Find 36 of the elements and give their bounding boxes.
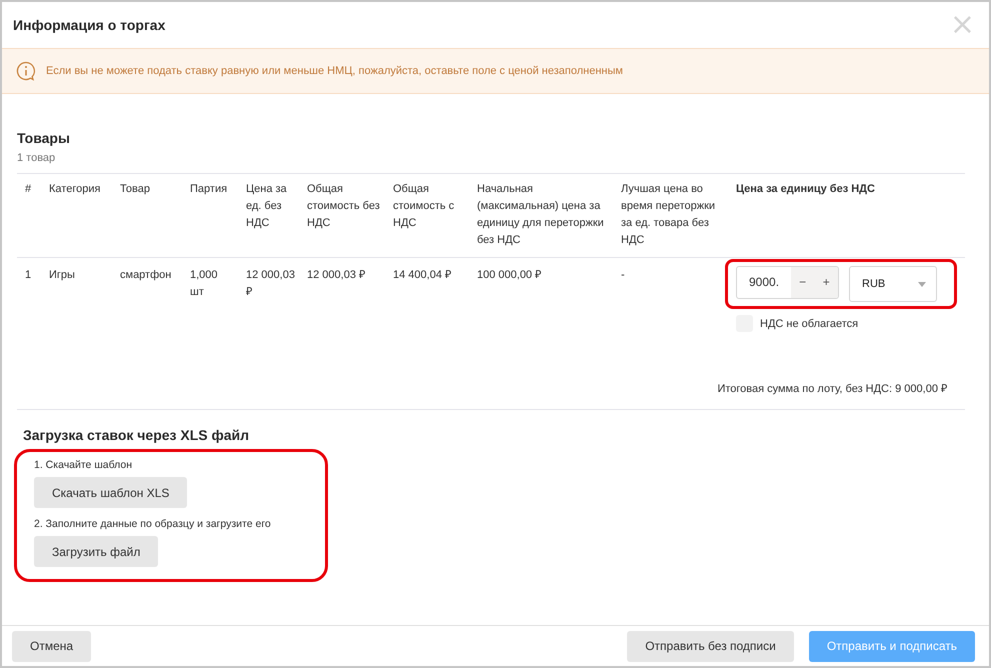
column-header: Товар (119, 182, 151, 197)
table-cell-text: 12 000,03 ₽ (306, 268, 366, 283)
secondary-button[interactable]: Отмена (12, 630, 92, 662)
column-header: Общая стоимость с НДС (392, 182, 456, 231)
column-header: Категория (48, 182, 102, 197)
dialog-title: Информация о торгах (13, 17, 166, 33)
table-cell-text: - (620, 268, 626, 283)
column-header: Цена за единицу без НДС (735, 182, 876, 197)
step-button[interactable]: Загрузить файл (34, 536, 158, 567)
column-header: Партия (189, 182, 228, 197)
step-label: 2. Заполните данные по образцу и загрузите его (34, 518, 271, 530)
alert-text: Если вы не можете подать ставку равную или меньше НМЦ, пожалуйста, оставьте поле с ценой незаполненным (46, 65, 623, 77)
checkbox-label: НДС не облагается (760, 318, 858, 330)
section-title: Загрузка ставок через XLS файл (23, 427, 250, 443)
column-header: Цена за ед. без НДС (245, 182, 288, 231)
price-input[interactable]: 9000. − + (736, 266, 839, 299)
step-label: 1. Скачайте шаблон (34, 459, 132, 471)
info-icon (16, 61, 36, 81)
product-count: 1 товар (17, 152, 56, 164)
currency-select[interactable]: RUB (849, 266, 937, 302)
table-cell-text: Игры (48, 268, 76, 283)
section-title: Товары (17, 130, 71, 146)
step-button[interactable]: Скачать шаблон XLS (34, 477, 188, 508)
column-header: # (24, 182, 32, 197)
secondary-button[interactable]: Отправить без подписи (627, 630, 794, 662)
table-cell-text: смартфон (119, 268, 172, 283)
table-cell-text: 100 000,00 ₽ (476, 268, 542, 283)
column-header: Общая стоимость без НДС (306, 182, 381, 231)
table-cell-text: 12 000,03 ₽ (245, 268, 296, 300)
caret-icon (918, 282, 926, 286)
table-cell-text: 1,000 шт (189, 268, 219, 300)
table-cell-text: 1 (24, 268, 32, 283)
lot-total: Итоговая сумма по лоту, без НДС: 9 000,00 ₽ (717, 382, 947, 395)
column-header: Лучшая цена во время переторжки за ед. товара без НДС (620, 182, 716, 248)
column-header: Начальная (максимальная) цена за единицу для переторжки без НДС (476, 182, 605, 248)
table-cell-text: 14 400,04 ₽ (392, 268, 452, 283)
